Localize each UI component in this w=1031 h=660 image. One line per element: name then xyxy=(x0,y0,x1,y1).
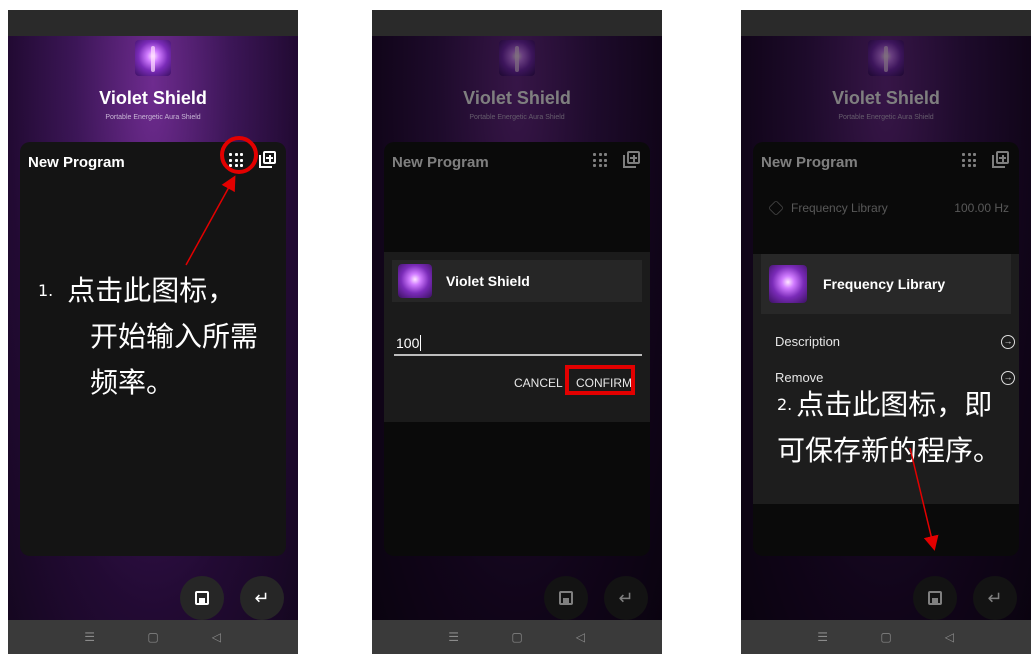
arrow-circle-icon: → xyxy=(1001,335,1015,349)
step1-number: 1. xyxy=(38,281,54,300)
home-square-icon[interactable]: ▢ xyxy=(878,629,894,645)
highlight-box xyxy=(565,365,635,395)
step2-number: 2. xyxy=(777,395,793,414)
step1-line3: 频率。 xyxy=(90,366,175,399)
panel-title: Frequency Library xyxy=(823,276,946,292)
cancel-button[interactable]: CANCEL xyxy=(514,376,563,390)
step2-line2: 可保存新的程序。 xyxy=(777,434,1002,467)
enter-button[interactable]: ↵ xyxy=(240,576,284,620)
dialog-logo xyxy=(398,264,432,298)
home-square-icon[interactable]: ▢ xyxy=(509,629,525,645)
card-title: New Program xyxy=(28,154,125,171)
menu-lines-icon[interactable]: ☰ xyxy=(446,629,462,645)
step1-annotation: 1. 点击此图标， 开始输入所需 频率。 xyxy=(38,268,298,406)
back-triangle-icon[interactable]: ◁ xyxy=(941,629,957,645)
system-nav-bar: ☰ ▢ ◁ xyxy=(372,620,662,654)
app-screen: Violet Shield Portable Energetic Aura Sh… xyxy=(741,36,1031,620)
status-bar xyxy=(8,10,298,36)
status-bar xyxy=(741,10,1031,36)
dialog-header: Violet Shield xyxy=(392,260,642,302)
app-logo xyxy=(135,40,171,76)
home-square-icon[interactable]: ▢ xyxy=(145,629,161,645)
panel-logo xyxy=(769,265,807,303)
app-title: Violet Shield xyxy=(99,88,207,108)
phone-screen-2: Violet Shield Portable Energetic Aura Sh… xyxy=(372,10,662,654)
step1-line1: 点击此图标， xyxy=(67,274,236,307)
app-screen: Violet Shield Portable Energetic Aura Sh… xyxy=(372,36,662,620)
add-program-icon[interactable] xyxy=(258,150,278,170)
system-nav-bar: ☰ ▢ ◁ xyxy=(8,620,298,654)
phone-screen-3: Violet Shield Portable Energetic Aura Sh… xyxy=(741,10,1031,654)
save-button[interactable] xyxy=(180,576,224,620)
frequency-input[interactable]: 100 xyxy=(394,330,642,356)
enter-icon: ↵ xyxy=(254,588,270,608)
save-icon xyxy=(195,591,209,605)
menu-item-description[interactable]: Description → xyxy=(775,334,1015,354)
step2-line1: 点击此图标，即 xyxy=(796,388,993,421)
frequency-dialog: Violet Shield 100 CANCEL CONFIRM xyxy=(384,252,650,422)
menu-lines-icon[interactable]: ☰ xyxy=(815,629,831,645)
step1-line2: 开始输入所需 xyxy=(90,320,259,353)
app-subtitle: Portable Energetic Aura Shield xyxy=(105,114,201,121)
highlight-circle xyxy=(220,136,258,174)
panel-header: Frequency Library xyxy=(761,254,1011,314)
dialog-title: Violet Shield xyxy=(446,273,530,289)
back-triangle-icon[interactable]: ◁ xyxy=(572,629,588,645)
phone-screen-1: Violet Shield Portable Energetic Aura Sh… xyxy=(8,10,298,654)
status-bar xyxy=(372,10,662,36)
system-nav-bar: ☰ ▢ ◁ xyxy=(741,620,1031,654)
menu-lines-icon[interactable]: ☰ xyxy=(82,629,98,645)
step2-annotation: 2. 点击此图标，即 可保存新的程序。 xyxy=(777,382,1031,474)
back-triangle-icon[interactable]: ◁ xyxy=(208,629,224,645)
